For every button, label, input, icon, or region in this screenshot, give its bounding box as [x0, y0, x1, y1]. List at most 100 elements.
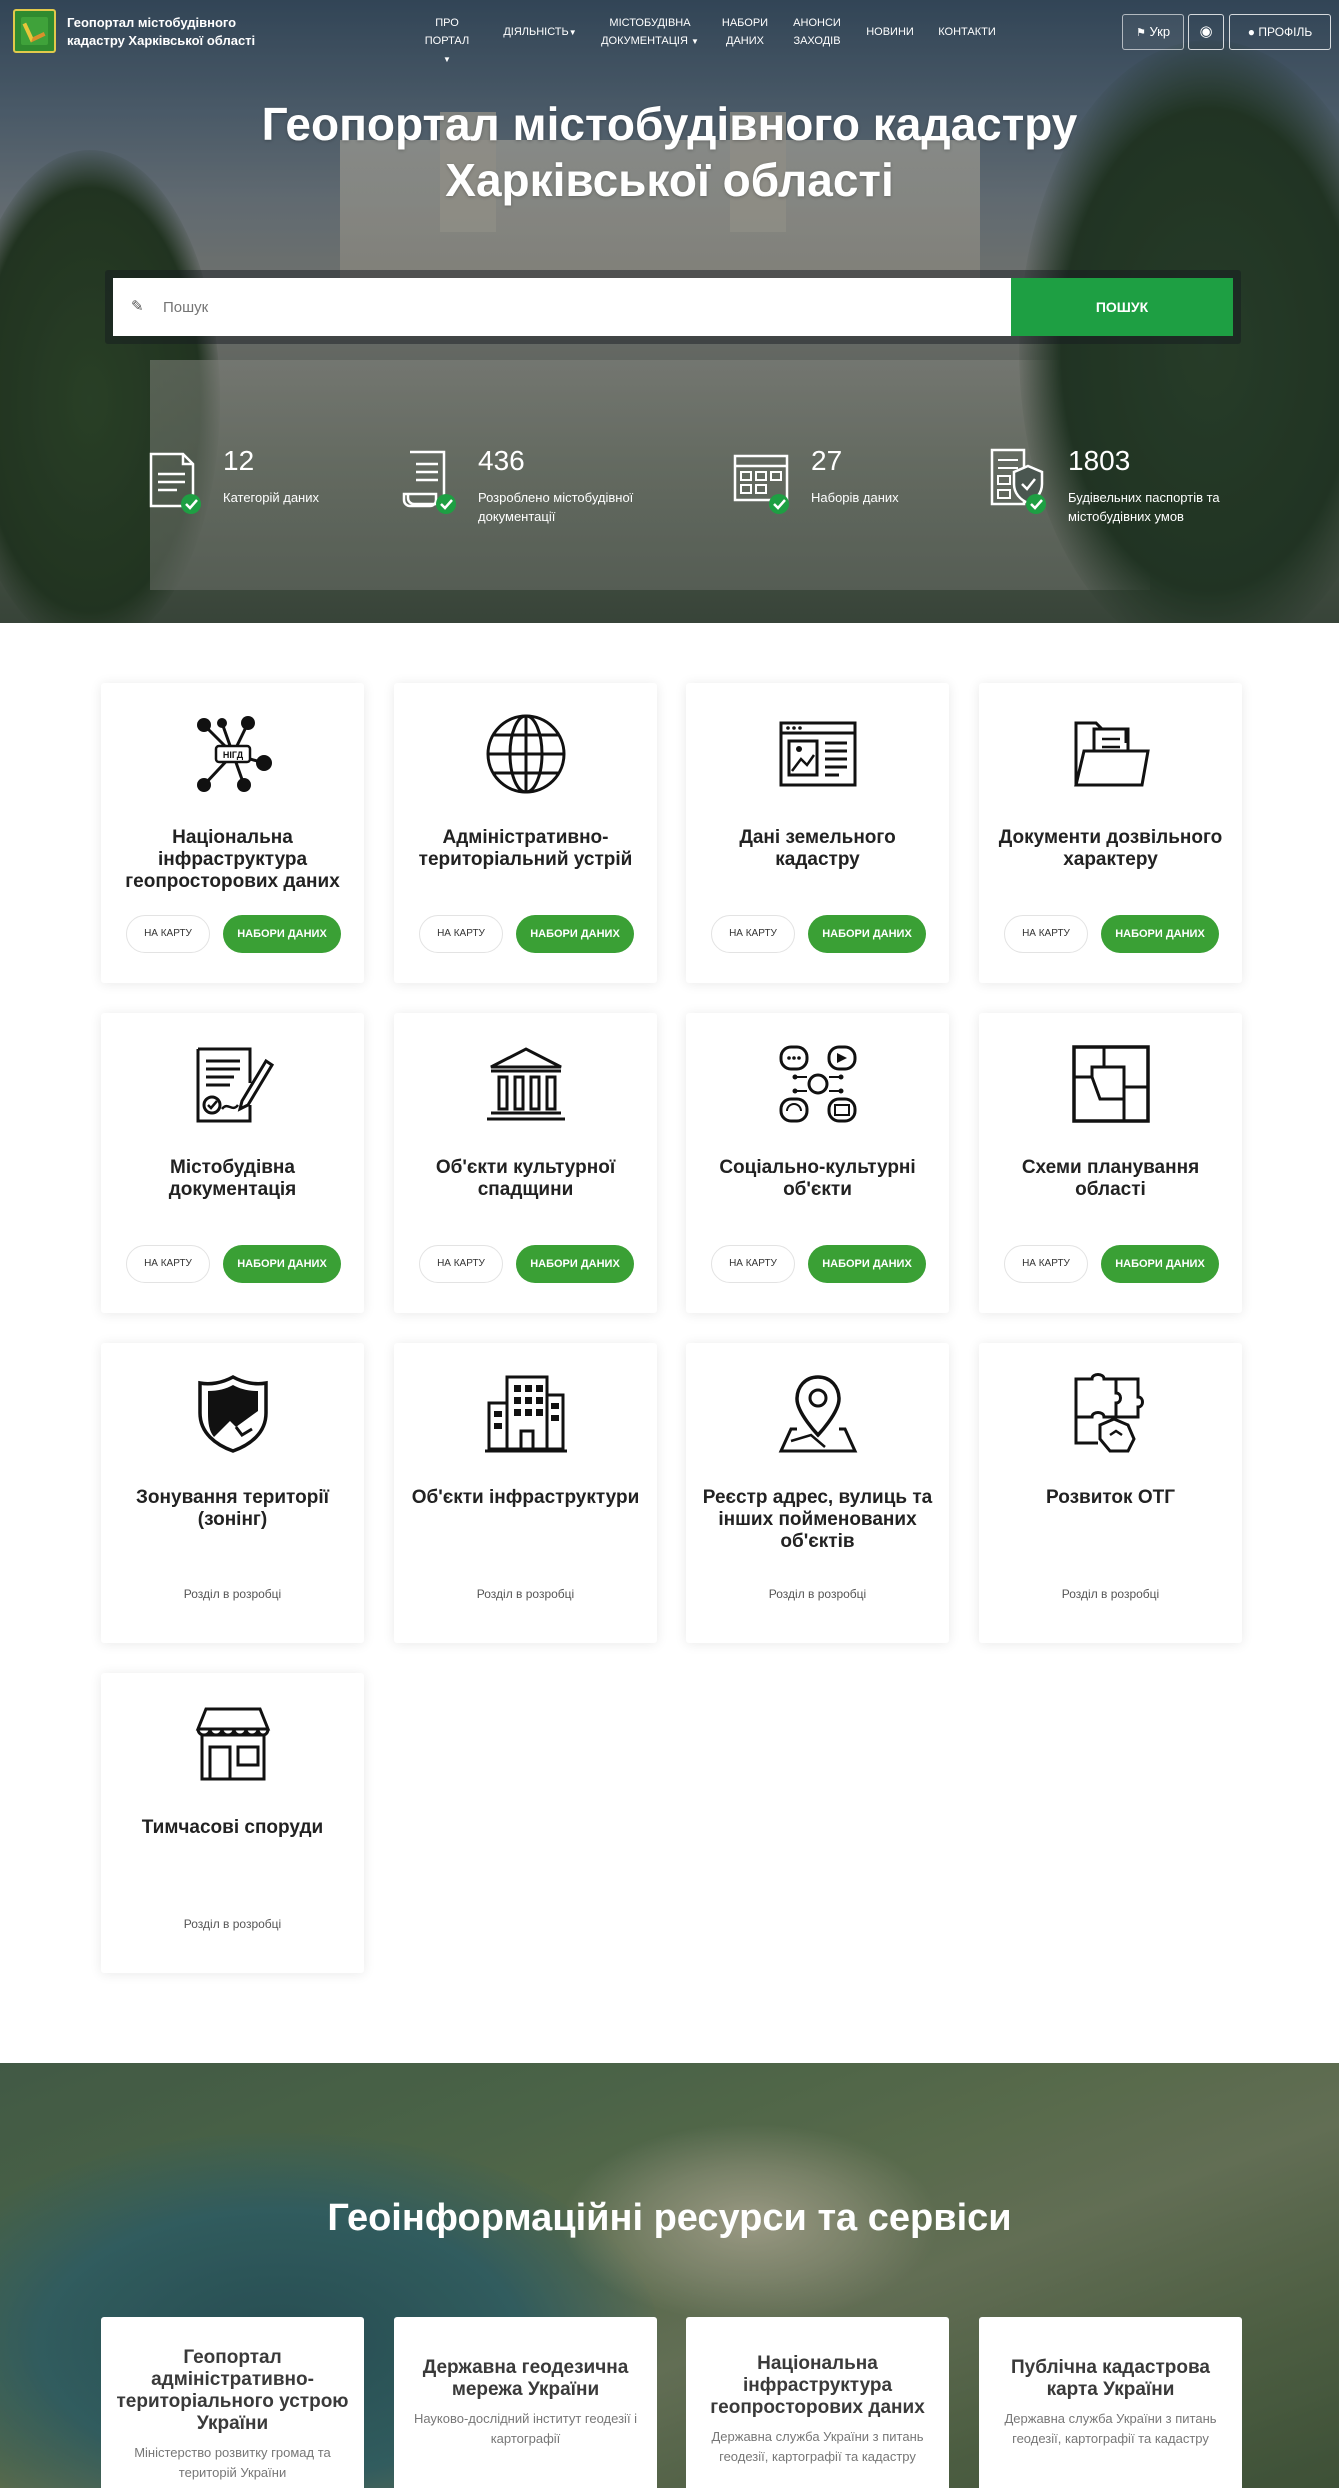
in-development-note: Розділ в розробці: [1061, 1587, 1160, 1601]
category-title: Містобудівна документація: [168, 1157, 297, 1200]
museum-icon: [487, 1047, 565, 1121]
category-title: Тимчасові споруди: [141, 1817, 324, 1838]
stat-passports: 1803 Будівельних паспортів та містобудів…: [990, 430, 1280, 530]
document-check-icon: [149, 452, 201, 514]
datasets-button[interactable]: набори даних: [1101, 1245, 1219, 1283]
eye-icon: ◉: [1199, 23, 1213, 40]
in-development-note: Розділ в розробці: [183, 1917, 282, 1931]
search-box: ✎: [113, 278, 1011, 336]
resource-title[interactable]: Національна інфраструктура геопросторови…: [700, 2353, 935, 2419]
stat-value: 436: [478, 445, 525, 476]
category-title: Національна інфраструктура геопросторови…: [125, 827, 340, 892]
site-name[interactable]: Геопортал містобудівного кадастру Харків…: [67, 14, 287, 50]
to-map-button[interactable]: на карту: [419, 915, 503, 953]
folder-documents-icon: [1074, 721, 1150, 787]
category-title: Адміністративно-територіальний устрій: [418, 827, 633, 870]
category-title: Схеми планування області: [1021, 1157, 1200, 1200]
category-card-admin-territorial: Адміністративно-територіальний устрій на…: [394, 683, 657, 983]
menu-item-datasets[interactable]: Набори даних: [720, 14, 770, 50]
category-title: Документи дозвільного характеру: [998, 827, 1223, 870]
resource-subtitle: Державна служба України з питань геодезі…: [1004, 2411, 1217, 2446]
language-button[interactable]: ⚑ Укр: [1122, 14, 1184, 50]
to-map-button[interactable]: на карту: [126, 1245, 210, 1283]
zoning-shield-icon: [198, 1375, 268, 1453]
in-development-note: Розділ в розробці: [476, 1587, 575, 1601]
category-title: Об'єкти інфраструктури: [411, 1487, 640, 1508]
stat-label: Будівельних паспортів та містобудівних у…: [1068, 490, 1220, 524]
resource-subtitle: Державна служба України з питань геодезі…: [711, 2429, 924, 2464]
menu-item-about[interactable]: Про портал ▼: [422, 14, 472, 69]
category-title: Об'єкти культурної спадщини: [435, 1157, 616, 1200]
resource-card[interactable]: Державна геодезична мережа України Науко…: [394, 2317, 657, 2488]
shield-documents-icon: [990, 448, 1046, 514]
menu-item-news[interactable]: Новини: [862, 23, 918, 41]
stat-label: Розроблено містобудівної документації: [478, 490, 634, 524]
resource-card[interactable]: Публічна кадастрова карта України Держав…: [979, 2317, 1242, 2488]
resource-title[interactable]: Геопортал адміністративно-територіальног…: [115, 2347, 350, 2435]
menu-item-contacts[interactable]: Контакти: [932, 23, 1002, 41]
category-card-planning-schemes: Схеми планування області на карту набори…: [979, 1013, 1242, 1313]
category-card-temporary-structures: Тимчасові споруди Розділ в розробці: [101, 1673, 364, 1973]
nsdi-badge-text: НІГД: [223, 750, 244, 760]
stat-value: 27: [811, 445, 843, 476]
stat-value: 12: [223, 445, 255, 476]
to-map-button[interactable]: на карту: [711, 1245, 795, 1283]
caret-down-icon: ▼: [690, 37, 699, 46]
category-title: Розвиток ОТГ: [1046, 1487, 1175, 1508]
category-card-infrastructure: Об'єкти інфраструктури Розділ в розробці: [394, 1343, 657, 1643]
menu-item-activity[interactable]: Діяльність▼: [498, 23, 582, 42]
puzzle-icon: [1074, 1373, 1144, 1453]
scroll-check-icon: [402, 450, 456, 514]
category-card-zoning: Зонування території (зонінг) Розділ в ро…: [101, 1343, 364, 1643]
stat-value: 1803: [1068, 445, 1131, 476]
floor-plan-icon: [1072, 1045, 1150, 1123]
to-map-button[interactable]: на карту: [126, 915, 210, 953]
category-title: Соціально-культурні об'єкти: [719, 1157, 916, 1200]
search-button[interactable]: ПОШУК: [1011, 278, 1233, 336]
in-development-note: Розділ в розробці: [768, 1587, 867, 1601]
stat-urban-docs: 436 Розроблено містобудівної документаці…: [400, 430, 690, 530]
accessibility-eye-button[interactable]: ◉: [1188, 14, 1224, 50]
resource-card[interactable]: Геопортал адміністративно-територіальног…: [101, 2317, 364, 2488]
to-map-button[interactable]: на карту: [1004, 1245, 1088, 1283]
kiosk-icon: [195, 1707, 271, 1781]
resource-title[interactable]: Державна геодезична мережа України: [408, 2357, 643, 2401]
stat-label: Категорій даних: [223, 490, 319, 505]
datasets-button[interactable]: набори даних: [223, 915, 341, 953]
signed-document-icon: [196, 1047, 274, 1123]
user-icon: ●: [1247, 25, 1255, 39]
category-card-social-cultural: Соціально-культурні об'єкти на карту наб…: [686, 1013, 949, 1313]
category-card-permit-docs: Документи дозвільного характеру на карту…: [979, 683, 1242, 983]
buildings-icon: [485, 1375, 567, 1453]
in-development-note: Розділ в розробці: [183, 1587, 282, 1601]
resources-title: Геоінформаційні ресурси та сервіси: [327, 2197, 1012, 2239]
calendar-check-icon: [733, 454, 789, 514]
category-card-urban-docs: Містобудівна документація на карту набор…: [101, 1013, 364, 1313]
category-title: Зонування території (зонінг): [136, 1487, 329, 1530]
datasets-button[interactable]: набори даних: [1101, 915, 1219, 953]
caret-down-icon: ▼: [443, 55, 451, 64]
coat-of-arms-logo[interactable]: [13, 9, 56, 53]
category-card-address-registry: Реєстр адрес, вулиць та інших пойменован…: [686, 1343, 949, 1643]
datasets-button[interactable]: набори даних: [223, 1245, 341, 1283]
datasets-button[interactable]: набори даних: [516, 1245, 634, 1283]
category-card-nsdi: НІГД Національна інфраструктура геопрост…: [101, 683, 364, 983]
category-title: Реєстр адрес, вулиць та інших пойменован…: [702, 1487, 933, 1552]
category-card-land-cadastre: Дані земельного кадастру на карту набори…: [686, 683, 949, 983]
resource-subtitle: Науково-дослідний інститут геодезії і ка…: [413, 2411, 638, 2446]
search-input[interactable]: [163, 278, 993, 336]
land-registry-icon: [779, 721, 857, 787]
to-map-button[interactable]: на карту: [419, 1245, 503, 1283]
menu-item-events[interactable]: Анонси заходів: [788, 14, 846, 50]
resource-card[interactable]: Національна інфраструктура геопросторови…: [686, 2317, 949, 2488]
nsdi-network-icon: НІГД: [197, 716, 272, 792]
datasets-button[interactable]: набори даних: [516, 915, 634, 953]
to-map-button[interactable]: на карту: [1004, 915, 1088, 953]
profile-button[interactable]: ● ПРОФІЛЬ: [1229, 14, 1331, 50]
menu-item-urban-docs[interactable]: Містобудівна документація ▼: [596, 14, 704, 51]
stat-datasets: 27 Наборів даних: [733, 430, 1023, 530]
resource-title[interactable]: Публічна кадастрова карта України: [993, 2357, 1228, 2401]
datasets-button[interactable]: набори даних: [808, 915, 926, 953]
to-map-button[interactable]: на карту: [711, 915, 795, 953]
datasets-button[interactable]: набори даних: [808, 1245, 926, 1283]
